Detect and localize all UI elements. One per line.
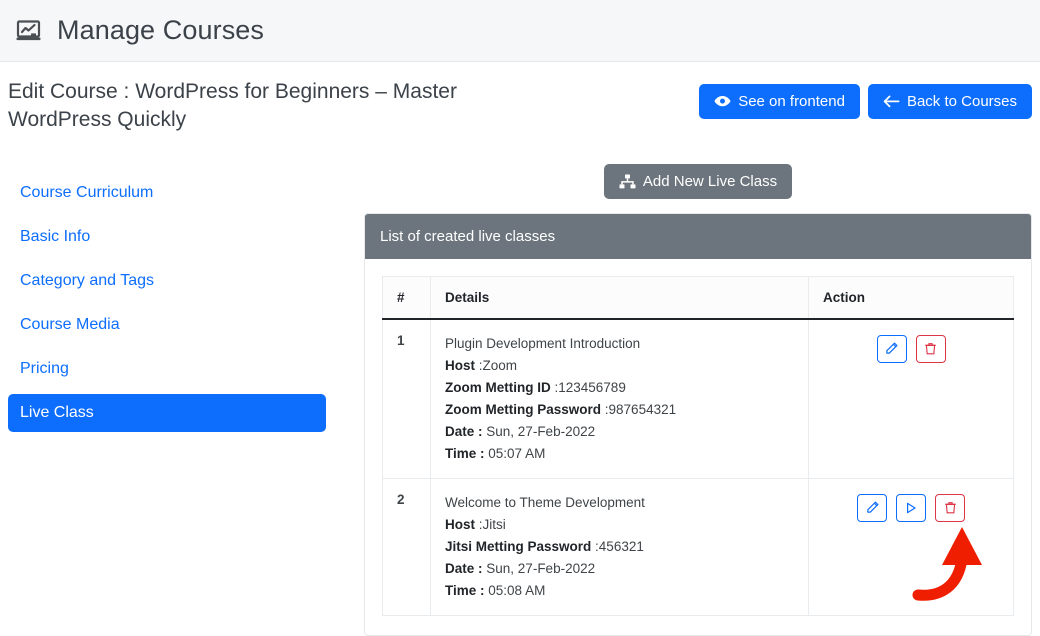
- detail-zoom-meeting-password: Zoom Metting Password :987654321: [445, 401, 677, 417]
- live-class-content: Add New Live Class List of created live …: [326, 163, 1032, 636]
- detail-time: Time : 05:08 AM: [445, 582, 546, 598]
- action-buttons: [823, 492, 999, 522]
- subheader: Edit Course : WordPress for Beginners – …: [0, 62, 1040, 134]
- edit-button-row-1[interactable]: [876, 334, 907, 363]
- pencil-icon: [866, 501, 879, 514]
- row-number: 1: [382, 318, 431, 479]
- detail-zoom-meeting-id: Zoom Metting ID :123456789: [445, 379, 626, 395]
- detail-jitsi-meeting-password: Jitsi Metting Password :456321: [445, 538, 644, 554]
- detail-host: Host :Jitsi: [445, 516, 506, 532]
- main-layout: Course Curriculum Basic Info Category an…: [0, 163, 1040, 636]
- back-to-courses-button[interactable]: Back to Courses: [867, 84, 1032, 119]
- trash-icon: [944, 501, 957, 514]
- panel-title: List of created live classes: [365, 213, 1031, 259]
- live-classes-panel: List of created live classes # Details A…: [364, 212, 1032, 636]
- live-classes-table: # Details Action 1 Plugin Development In…: [382, 275, 1014, 616]
- sidebar-item-pricing[interactable]: Pricing: [8, 350, 326, 388]
- action-buttons: [823, 333, 999, 363]
- row-details: Welcome to Theme Development Host :Jitsi…: [430, 477, 809, 616]
- sidebar-item-course-media[interactable]: Course Media: [8, 306, 326, 344]
- sitemap-icon: [619, 174, 636, 189]
- table-row: 2 Welcome to Theme Development Host :Jit…: [382, 477, 1014, 616]
- arrow-left-icon: [883, 95, 900, 108]
- table-body: 1 Plugin Development Introduction Host :…: [382, 318, 1014, 616]
- sidebar-item-category-and-tags[interactable]: Category and Tags: [8, 262, 326, 300]
- live-class-name: Plugin Development Introduction: [445, 335, 641, 351]
- trash-icon: [924, 342, 937, 355]
- table-header-row: # Details Action: [382, 275, 1014, 320]
- panel-body: # Details Action 1 Plugin Development In…: [365, 259, 1031, 635]
- row-actions: [808, 477, 1014, 616]
- detail-time: Time : 05:07 AM: [445, 445, 546, 461]
- detail-date: Date : Sun, 27-Feb-2022: [445, 560, 596, 576]
- sidebar-item-course-curriculum[interactable]: Course Curriculum: [8, 174, 326, 212]
- chalkboard-chart-icon: [14, 16, 44, 46]
- eye-icon: [714, 95, 731, 108]
- add-new-live-class-label: Add New Live Class: [642, 172, 778, 190]
- play-icon: [905, 502, 917, 514]
- detail-host: Host :Zoom: [445, 357, 518, 373]
- app-header: Manage Courses: [0, 0, 1040, 62]
- row-number: 2: [382, 477, 431, 616]
- detail-date: Date : Sun, 27-Feb-2022: [445, 423, 596, 439]
- see-on-frontend-button[interactable]: See on frontend: [699, 84, 860, 119]
- pencil-icon: [885, 342, 898, 355]
- course-title: Edit Course : WordPress for Beginners – …: [8, 80, 457, 131]
- column-header-number: #: [382, 275, 431, 320]
- column-header-details: Details: [430, 275, 809, 320]
- add-live-class-row: Add New Live Class: [364, 163, 1032, 199]
- table-header: # Details Action: [382, 275, 1014, 320]
- delete-button-row-1[interactable]: [915, 334, 946, 363]
- join-button-row-2[interactable]: [896, 493, 926, 522]
- back-to-courses-label: Back to Courses: [906, 93, 1017, 110]
- header-actions: See on frontend Back to Courses: [699, 78, 1032, 119]
- sidebar-item-live-class[interactable]: Live Class: [8, 393, 326, 432]
- sidebar-item-basic-info[interactable]: Basic Info: [8, 218, 326, 256]
- course-edit-sidebar: Course Curriculum Basic Info Category an…: [8, 164, 326, 438]
- column-header-action: Action: [808, 275, 1014, 320]
- row-actions: [808, 318, 1014, 479]
- delete-button-row-2[interactable]: [935, 493, 965, 522]
- edit-button-row-2[interactable]: [857, 493, 887, 522]
- row-details: Plugin Development Introduction Host :Zo…: [430, 318, 809, 479]
- page-title: Manage Courses: [57, 15, 265, 45]
- live-class-name: Welcome to Theme Development: [445, 494, 645, 510]
- add-new-live-class-button[interactable]: Add New Live Class: [603, 163, 793, 199]
- see-on-frontend-label: See on frontend: [738, 93, 845, 110]
- table-row: 1 Plugin Development Introduction Host :…: [382, 318, 1014, 479]
